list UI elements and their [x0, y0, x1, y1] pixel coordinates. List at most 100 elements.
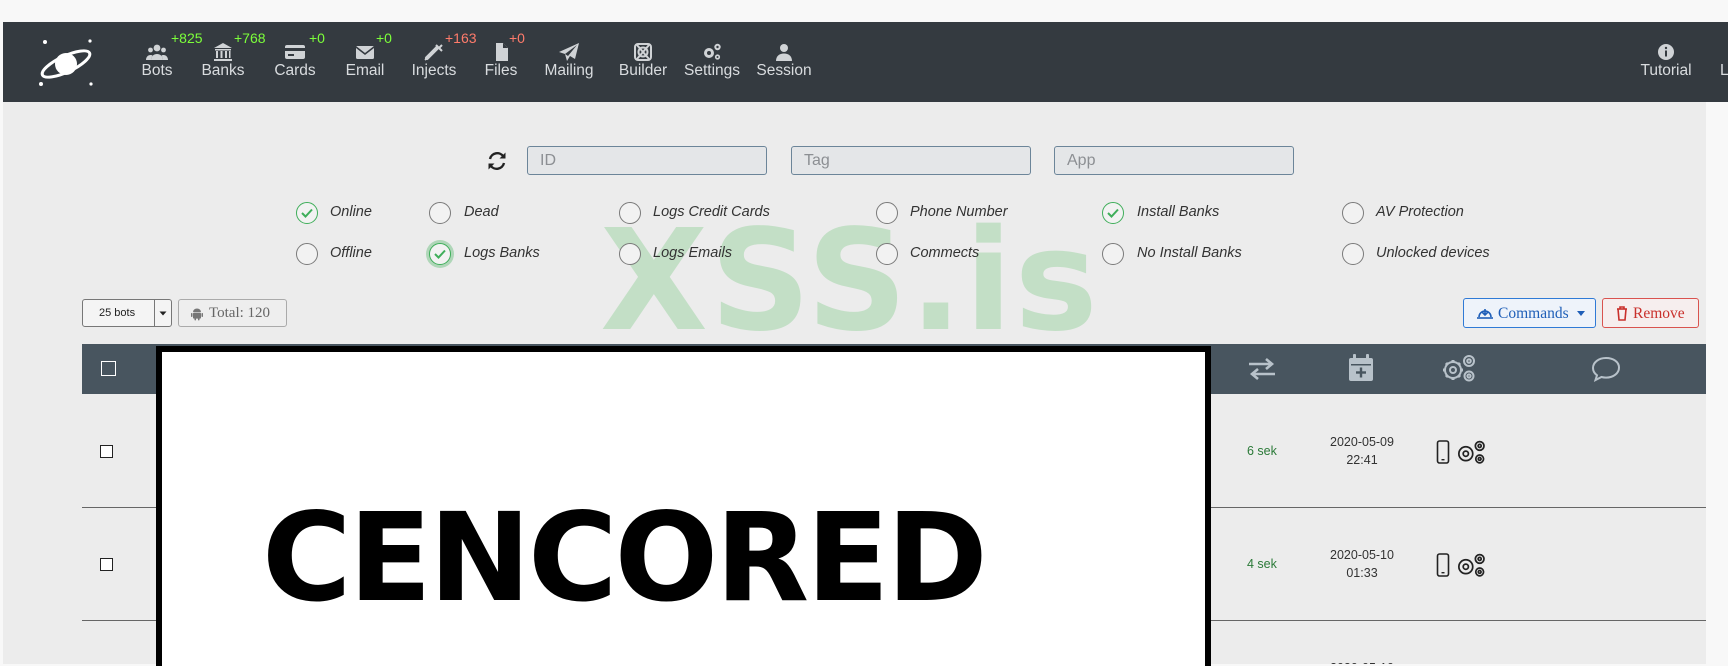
builder-icon [634, 43, 652, 61]
filter-install-banks-label: Install Banks [1137, 204, 1220, 220]
last-seen: 4 sek [1247, 557, 1277, 571]
syringe-icon [424, 44, 443, 61]
nav-tutorial[interactable]: Tutorial [1640, 22, 1692, 102]
paper-plane-icon [559, 43, 579, 61]
per-page-value: 25 bots [99, 307, 136, 319]
filter-no-install-banks-label: No Install Banks [1137, 245, 1242, 261]
filter-commects-label: Commects [910, 245, 980, 261]
exchange-icon [1249, 358, 1275, 380]
commands-icon [1477, 309, 1493, 319]
last-seen: 6 sek [1247, 444, 1277, 458]
bots-count: +825 [171, 30, 203, 46]
tag-filter-input[interactable] [791, 146, 1031, 175]
nav-files-label: Files [484, 62, 518, 79]
nav-bots-label: Bots [141, 62, 173, 79]
nav-injects[interactable]: +163 Injects [409, 22, 477, 102]
nav-injects-label: Injects [411, 62, 457, 79]
calendar-plus-icon [1349, 354, 1373, 381]
caret-down-icon [1577, 311, 1585, 316]
phone-icon[interactable] [1436, 553, 1450, 577]
email-count: +0 [376, 30, 392, 46]
nav-email[interactable]: +0 Email [343, 22, 392, 102]
install-date-time: 01:33 [1346, 566, 1378, 580]
id-filter-input[interactable] [527, 146, 767, 175]
install-date-day: 2020-05-10 [1330, 548, 1394, 562]
nav-banks-label: Banks [201, 62, 245, 79]
install-date: 2020-05-10 01:33 [1312, 546, 1412, 582]
censor-panel: CENCORED [162, 352, 1205, 666]
checkbox-circle [1342, 243, 1364, 265]
total-button[interactable]: Total: 120 [178, 299, 287, 327]
filter-phone-number-label: Phone Number [910, 204, 1008, 220]
install-date-day: 2020-05-10 [1312, 659, 1412, 664]
nav-settings-label: Settings [684, 62, 741, 79]
filter-online-label: Online [330, 204, 372, 220]
nav-logout[interactable]: Lo [1706, 22, 1728, 102]
checkbox-circle [1102, 243, 1124, 265]
injects-count: +163 [445, 30, 477, 46]
checkbox-circle [876, 243, 898, 265]
checkbox-circle [876, 202, 898, 224]
remove-button[interactable]: Remove [1602, 298, 1699, 328]
row-settings-icon[interactable] [1454, 552, 1488, 578]
checkbox-circle [1342, 202, 1364, 224]
install-date: 2020-05-09 22:41 [1312, 433, 1412, 469]
watermark-text: XSS.is [600, 200, 1100, 363]
info-icon [1658, 44, 1674, 60]
total-label: Total: 120 [209, 305, 271, 321]
phone-icon[interactable] [1436, 440, 1450, 464]
install-date-day: 2020-05-09 [1330, 435, 1394, 449]
nav-session[interactable]: Session [756, 22, 812, 102]
cards-count: +0 [309, 30, 325, 46]
filter-unlocked-devices-label: Unlocked devices [1376, 245, 1490, 261]
checkbox-circle [619, 243, 641, 265]
nav-settings[interactable]: Settings [684, 22, 740, 102]
nav-cards-label: Cards [274, 62, 316, 79]
censor-overlay: CENCORED [156, 346, 1211, 666]
nav-builder[interactable]: Builder [617, 22, 669, 102]
android-icon [191, 308, 203, 321]
nav-logout-label: Lo [1720, 62, 1728, 79]
app-filter-input[interactable] [1054, 146, 1294, 175]
row-settings-icon[interactable] [1454, 439, 1488, 465]
filter-offline-label: Offline [330, 245, 372, 261]
nav-banks[interactable]: +768 Banks [200, 22, 265, 102]
filter-logs-emails-label: Logs Emails [653, 245, 732, 261]
nav-bots[interactable]: +825 Bots [131, 22, 202, 102]
trash-icon [1617, 306, 1627, 321]
nav-tutorial-label: Tutorial [1640, 62, 1692, 79]
install-date-time: 22:41 [1346, 453, 1378, 467]
envelope-icon [355, 46, 375, 59]
check-icon [1107, 208, 1119, 218]
row-checkbox[interactable] [100, 445, 113, 458]
censor-text: CENCORED [262, 487, 988, 629]
bank-icon [214, 43, 232, 61]
user-icon [776, 44, 792, 61]
nav-email-label: Email [345, 62, 385, 79]
comment-icon [1591, 356, 1621, 382]
navbar: +825 Bots +768 Banks +0 Cards +0 Email +… [3, 22, 1728, 102]
filter-logs-banks-label: Logs Banks [464, 245, 540, 261]
select-all-checkbox[interactable] [101, 361, 116, 376]
commands-button[interactable]: Commands [1463, 298, 1596, 328]
checkbox-circle [1102, 202, 1124, 224]
nav-files[interactable]: +0 Files [481, 22, 525, 102]
planet-logo-icon[interactable] [33, 32, 103, 94]
nav-session-label: Session [756, 62, 812, 79]
filter-av-protection-label: AV Protection [1376, 204, 1464, 220]
refresh-icon[interactable] [486, 150, 508, 172]
chevron-down-icon [154, 300, 171, 326]
row-checkbox[interactable] [100, 558, 113, 571]
per-page-select[interactable]: 25 bots [82, 299, 172, 327]
nav-mailing[interactable]: Mailing [543, 22, 595, 102]
nav-cards[interactable]: +0 Cards [273, 22, 325, 102]
commands-label: Commands [1498, 305, 1569, 322]
check-icon [301, 208, 313, 218]
cogs-icon [1443, 355, 1475, 382]
filter-logs-credit-cards-label: Logs Credit Cards [653, 204, 770, 220]
nav-mailing-label: Mailing [544, 62, 594, 79]
cogs-icon [704, 43, 721, 60]
banks-count: +768 [234, 30, 266, 46]
checkbox-circle [429, 202, 451, 224]
install-date: 2020-05-10 [1312, 659, 1412, 664]
